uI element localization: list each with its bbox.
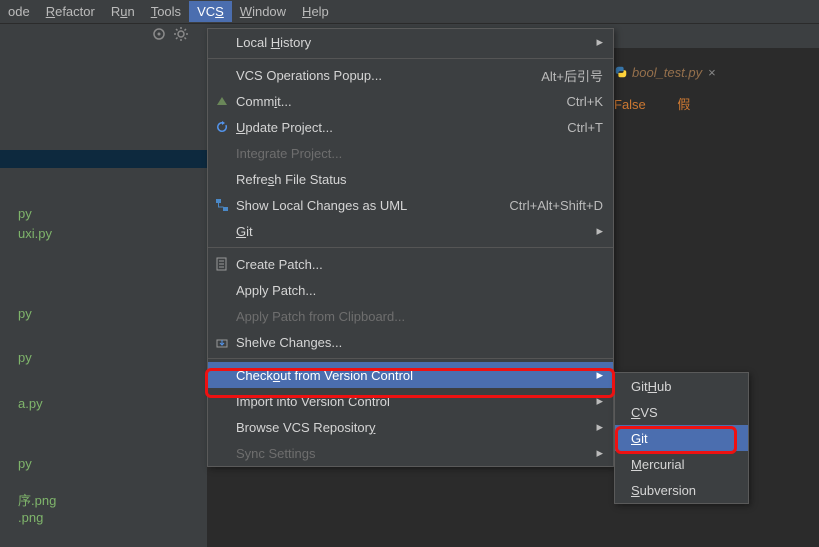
submenu-arrow-icon: ▸ xyxy=(596,445,603,461)
menu-item-label: Show Local Changes as UML xyxy=(236,198,407,213)
menu-item-label: GitHub xyxy=(631,379,671,394)
menu-item-label: Mercurial xyxy=(631,457,684,472)
checkout-from-version-control[interactable]: Checkout from Version Control ▸ xyxy=(208,362,613,388)
vcs-menu-item[interactable]: VCS Operations Popup... Alt+后引号 xyxy=(208,62,613,88)
vcs-menu-item[interactable]: Apply Patch... xyxy=(208,277,613,303)
menu-item-label: Commit... xyxy=(236,94,292,109)
menubar-item[interactable]: Tools xyxy=(143,1,189,22)
submenu-arrow-icon: ▸ xyxy=(596,393,603,409)
editor-tab-label: bool_test.py xyxy=(632,65,702,80)
menu-item-label: Apply Patch from Clipboard... xyxy=(236,309,405,324)
toolbar-icons xyxy=(151,26,189,42)
menu-item-label: Git xyxy=(631,431,648,446)
vcs-menu-item: Sync Settings ▸ xyxy=(208,440,613,466)
menu-item-label: Create Patch... xyxy=(236,257,323,272)
menu-item-label: Checkout from Version Control xyxy=(236,368,413,383)
submenu-arrow-icon: ▸ xyxy=(596,223,603,239)
vcs-menu-item[interactable]: Refresh File Status xyxy=(208,166,613,192)
vcs-menu-item: Integrate Project... xyxy=(208,140,613,166)
menu-shortcut: Ctrl+Alt+Shift+D xyxy=(509,198,603,213)
menu-shortcut: Alt+后引号 xyxy=(541,66,603,85)
checkout-submenu-item[interactable]: Subversion xyxy=(615,477,748,503)
tree-selection-bar xyxy=(0,150,207,168)
menu-item-label: Import into Version Control xyxy=(236,394,390,409)
update-icon xyxy=(214,119,230,135)
vcs-menu-item: Apply Patch from Clipboard... xyxy=(208,303,613,329)
breadcrumb: 〉 xyxy=(0,48,207,70)
tree-file[interactable]: py xyxy=(18,456,32,471)
menu-item-label: Local History xyxy=(236,35,311,50)
tree-file[interactable]: uxi.py xyxy=(18,226,52,241)
vcs-menu-item[interactable]: Create Patch... xyxy=(208,251,613,277)
menubar-item[interactable]: ode xyxy=(0,1,38,22)
vcs-menu-item[interactable]: Shelve Changes... xyxy=(208,329,613,355)
submenu-arrow-icon: ▸ xyxy=(596,419,603,435)
vcs-menu-item[interactable]: Local History ▸ xyxy=(208,29,613,55)
menubar-item[interactable]: Window xyxy=(232,1,294,22)
tree-file[interactable]: a.py xyxy=(18,396,43,411)
submenu-arrow-icon: ▸ xyxy=(596,367,603,383)
menu-item-label: Git xyxy=(236,224,253,239)
tree-file[interactable]: 序.png xyxy=(18,490,56,509)
close-icon[interactable]: × xyxy=(708,65,716,80)
tree-file[interactable]: py xyxy=(18,350,32,365)
vcs-menu-item[interactable]: Commit... Ctrl+K xyxy=(208,88,613,114)
menubar-item[interactable]: Help xyxy=(294,1,337,22)
python-file-icon xyxy=(614,65,628,79)
editor-tab[interactable]: bool_test.py × xyxy=(614,60,716,84)
checkout-submenu-item[interactable]: CVS xyxy=(615,399,748,425)
vcs-menu-item[interactable]: Git ▸ xyxy=(208,218,613,244)
menu-shortcut: Ctrl+T xyxy=(567,120,603,135)
menubar-item[interactable]: Refactor xyxy=(38,1,103,22)
vcs-menu-item[interactable]: Show Local Changes as UML Ctrl+Alt+Shift+… xyxy=(208,192,613,218)
menu-item-label: Subversion xyxy=(631,483,696,498)
target-icon[interactable] xyxy=(151,26,167,42)
menu-separator xyxy=(208,358,613,359)
checkout-submenu: GitHub CVS Git Mercurial Subversion xyxy=(614,372,749,504)
tree-file[interactable]: py xyxy=(18,206,32,221)
checkout-submenu-item[interactable]: Mercurial xyxy=(615,451,748,477)
menu-item-label: Shelve Changes... xyxy=(236,335,342,350)
tree-file[interactable]: py xyxy=(18,306,32,321)
commit-icon xyxy=(214,93,230,109)
project-tree[interactable]: py uxi.py py py a.py py 序.png.png xyxy=(0,70,207,547)
menu-item-label: VCS Operations Popup... xyxy=(236,68,382,83)
patch-icon xyxy=(214,256,230,272)
submenu-arrow-icon: ▸ xyxy=(596,34,603,50)
menu-item-label: CVS xyxy=(631,405,658,420)
vcs-menu: Local History ▸ VCS Operations Popup... Alt… xyxy=(207,28,614,467)
output-false: False xyxy=(614,97,646,112)
shelve-icon xyxy=(214,334,230,350)
menu-item-label: Browse VCS Repository xyxy=(236,420,375,435)
menubar-item[interactable]: Run xyxy=(103,1,143,22)
checkout-submenu-item[interactable]: GitHub xyxy=(615,373,748,399)
vcs-menu-item[interactable]: Import into Version Control ▸ xyxy=(208,388,613,414)
uml-icon xyxy=(214,197,230,213)
menu-item-label: Sync Settings xyxy=(236,446,316,461)
menu-item-label: Integrate Project... xyxy=(236,146,342,161)
vcs-menu-item[interactable]: Browse VCS Repository ▸ xyxy=(208,414,613,440)
menu-item-label: Apply Patch... xyxy=(236,283,316,298)
vcs-menu-item[interactable]: Update Project... Ctrl+T xyxy=(208,114,613,140)
menubar-item[interactable]: VCS xyxy=(189,1,232,22)
checkout-git[interactable]: Git xyxy=(615,425,748,451)
menu-shortcut: Ctrl+K xyxy=(567,94,603,109)
menu-item-label: Refresh File Status xyxy=(236,172,347,187)
tree-file[interactable]: .png xyxy=(18,510,43,525)
menu-item-label: Update Project... xyxy=(236,120,333,135)
menu-separator xyxy=(208,58,613,59)
menubar: odeRefactorRunToolsVCSWindowHelp xyxy=(0,0,819,24)
console-output: False 假 xyxy=(614,94,690,113)
menu-separator xyxy=(208,247,613,248)
output-cjk: 假 xyxy=(677,97,690,112)
gear-icon[interactable] xyxy=(173,26,189,42)
